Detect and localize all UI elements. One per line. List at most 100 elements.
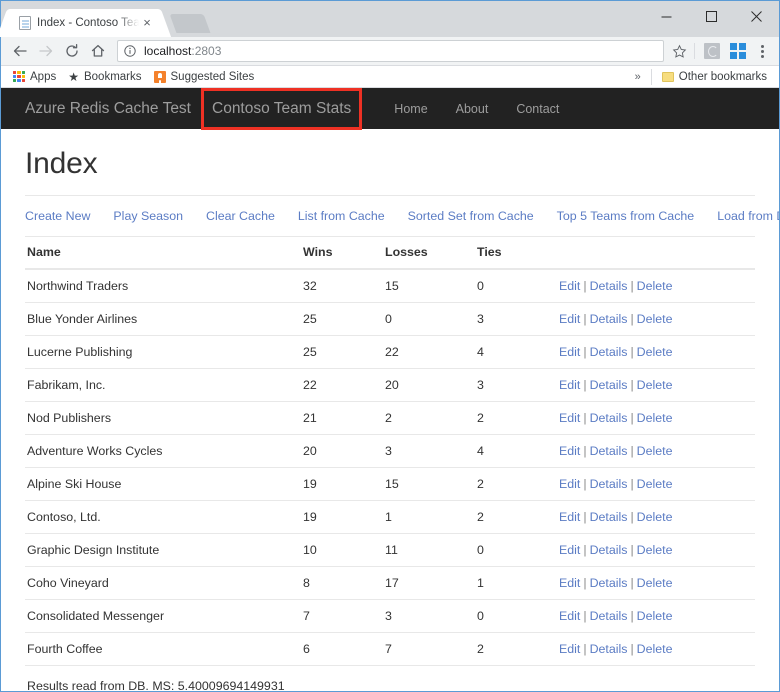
row-action-delete[interactable]: Delete bbox=[637, 510, 673, 524]
row-action-edit[interactable]: Edit bbox=[559, 576, 580, 590]
row-action-edit[interactable]: Edit bbox=[559, 510, 580, 524]
maximize-button[interactable] bbox=[689, 1, 734, 31]
team-name-cell: Contoso, Ltd. bbox=[25, 500, 303, 534]
forward-arrow-icon[interactable] bbox=[33, 38, 59, 64]
reload-icon[interactable] bbox=[59, 38, 85, 64]
action-link-create-new[interactable]: Create New bbox=[25, 209, 90, 223]
close-button[interactable] bbox=[734, 1, 779, 31]
page-container: Index Create New Play Season Clear Cache… bbox=[1, 147, 779, 691]
home-icon[interactable] bbox=[85, 38, 111, 64]
address-bar[interactable]: localhost:2803 bbox=[117, 40, 664, 62]
ties-cell: 2 bbox=[477, 467, 559, 501]
team-name-cell: Nod Publishers bbox=[25, 401, 303, 435]
nav-link-contact[interactable]: Contact bbox=[502, 102, 573, 116]
nav-link-about[interactable]: About bbox=[442, 102, 503, 116]
row-action-delete[interactable]: Delete bbox=[637, 609, 673, 623]
row-action-details[interactable]: Details bbox=[590, 345, 628, 359]
row-action-edit[interactable]: Edit bbox=[559, 378, 580, 392]
losses-cell: 1 bbox=[385, 500, 477, 534]
row-action-edit[interactable]: Edit bbox=[559, 312, 580, 326]
row-action-details[interactable]: Details bbox=[590, 279, 628, 293]
table-row: Fourth Coffee 6 7 2 Edit | Details | Delete bbox=[25, 632, 755, 665]
row-action-delete[interactable]: Delete bbox=[637, 378, 673, 392]
action-link-list-from-cache[interactable]: List from Cache bbox=[298, 209, 385, 223]
row-action-delete[interactable]: Delete bbox=[637, 444, 673, 458]
row-action-details[interactable]: Details bbox=[590, 609, 628, 623]
row-action-details[interactable]: Details bbox=[590, 543, 628, 557]
star-icon: ★ bbox=[68, 69, 79, 84]
losses-cell: 3 bbox=[385, 599, 477, 633]
action-link-clear-cache[interactable]: Clear Cache bbox=[206, 209, 275, 223]
row-action-edit[interactable]: Edit bbox=[559, 345, 580, 359]
row-action-details[interactable]: Details bbox=[590, 477, 628, 491]
row-action-delete[interactable]: Delete bbox=[637, 279, 673, 293]
row-action-delete[interactable]: Delete bbox=[637, 345, 673, 359]
row-actions-cell: Edit | Details | Delete bbox=[559, 632, 755, 665]
row-actions-cell: Edit | Details | Delete bbox=[559, 500, 755, 534]
bookmark-star-icon[interactable] bbox=[668, 44, 690, 59]
wins-cell: 25 bbox=[303, 335, 385, 369]
bookmarks-overflow-icon[interactable]: » bbox=[629, 71, 647, 83]
action-link-play-season[interactable]: Play Season bbox=[113, 209, 183, 223]
row-action-details[interactable]: Details bbox=[590, 642, 628, 656]
wins-cell: 6 bbox=[303, 632, 385, 665]
row-action-edit[interactable]: Edit bbox=[559, 477, 580, 491]
row-action-delete[interactable]: Delete bbox=[637, 411, 673, 425]
row-action-details[interactable]: Details bbox=[590, 576, 628, 590]
lightbulb-icon bbox=[153, 70, 166, 83]
row-action-delete[interactable]: Delete bbox=[637, 312, 673, 326]
wins-cell: 19 bbox=[303, 467, 385, 501]
tab-close-icon[interactable]: × bbox=[139, 15, 155, 31]
row-action-edit[interactable]: Edit bbox=[559, 411, 580, 425]
bookmark-item-apps[interactable]: Apps bbox=[7, 67, 62, 87]
nav-link-contoso-team-stats[interactable]: Contoso Team Stats bbox=[205, 98, 358, 119]
page-title: Index bbox=[25, 147, 98, 180]
ties-cell: 2 bbox=[477, 401, 559, 435]
ties-cell: 2 bbox=[477, 632, 559, 665]
column-header-ties: Ties bbox=[477, 236, 559, 270]
bookmark-item-bookmarks[interactable]: ★ Bookmarks bbox=[62, 67, 147, 87]
losses-cell: 17 bbox=[385, 566, 477, 600]
minimize-button[interactable] bbox=[644, 1, 689, 31]
site-brand[interactable]: Azure Redis Cache Test bbox=[25, 100, 205, 118]
row-action-details[interactable]: Details bbox=[590, 444, 628, 458]
site-info-icon[interactable] bbox=[124, 45, 138, 57]
row-action-edit[interactable]: Edit bbox=[559, 609, 580, 623]
back-arrow-icon[interactable] bbox=[7, 38, 33, 64]
bookmark-item-suggested-sites[interactable]: Suggested Sites bbox=[148, 67, 261, 87]
new-tab-button[interactable] bbox=[169, 14, 211, 33]
row-action-edit[interactable]: Edit bbox=[559, 642, 580, 656]
row-action-delete[interactable]: Delete bbox=[637, 576, 673, 590]
table-header-row: Name Wins Losses Ties bbox=[25, 236, 755, 270]
row-action-details[interactable]: Details bbox=[590, 411, 628, 425]
address-port: :2803 bbox=[191, 44, 222, 58]
row-action-edit[interactable]: Edit bbox=[559, 543, 580, 557]
row-action-delete[interactable]: Delete bbox=[637, 642, 673, 656]
table-row: Contoso, Ltd. 19 1 2 Edit | Details | Delete bbox=[25, 500, 755, 534]
action-link-top-5-teams-from-cache[interactable]: Top 5 Teams from Cache bbox=[557, 209, 695, 223]
row-action-details[interactable]: Details bbox=[590, 312, 628, 326]
ties-cell: 1 bbox=[477, 566, 559, 600]
results-note: Results read from DB. MS: 5.400096941499… bbox=[25, 665, 755, 691]
row-actions-cell: Edit | Details | Delete bbox=[559, 401, 755, 435]
bookmark-item-other-bookmarks[interactable]: Other bookmarks bbox=[656, 67, 773, 87]
browser-menu-icon[interactable] bbox=[751, 40, 773, 62]
row-action-edit[interactable]: Edit bbox=[559, 279, 580, 293]
ties-cell: 0 bbox=[477, 268, 559, 303]
action-separator: | bbox=[630, 510, 634, 524]
extension-icon[interactable] bbox=[699, 38, 725, 64]
wins-cell: 19 bbox=[303, 500, 385, 534]
action-separator: | bbox=[630, 279, 634, 293]
nav-link-home[interactable]: Home bbox=[380, 102, 441, 116]
windows-logo-icon[interactable] bbox=[725, 38, 751, 64]
action-separator: | bbox=[630, 477, 634, 491]
action-link-load-from-db[interactable]: Load from DB bbox=[717, 209, 779, 223]
row-action-delete[interactable]: Delete bbox=[637, 477, 673, 491]
row-action-delete[interactable]: Delete bbox=[637, 543, 673, 557]
row-action-edit[interactable]: Edit bbox=[559, 444, 580, 458]
browser-tab[interactable]: Index - Contoso Team St × bbox=[9, 9, 159, 37]
row-action-details[interactable]: Details bbox=[590, 510, 628, 524]
action-link-sorted-set-from-cache[interactable]: Sorted Set from Cache bbox=[408, 209, 534, 223]
row-action-details[interactable]: Details bbox=[590, 378, 628, 392]
team-name-cell: Coho Vineyard bbox=[25, 566, 303, 600]
